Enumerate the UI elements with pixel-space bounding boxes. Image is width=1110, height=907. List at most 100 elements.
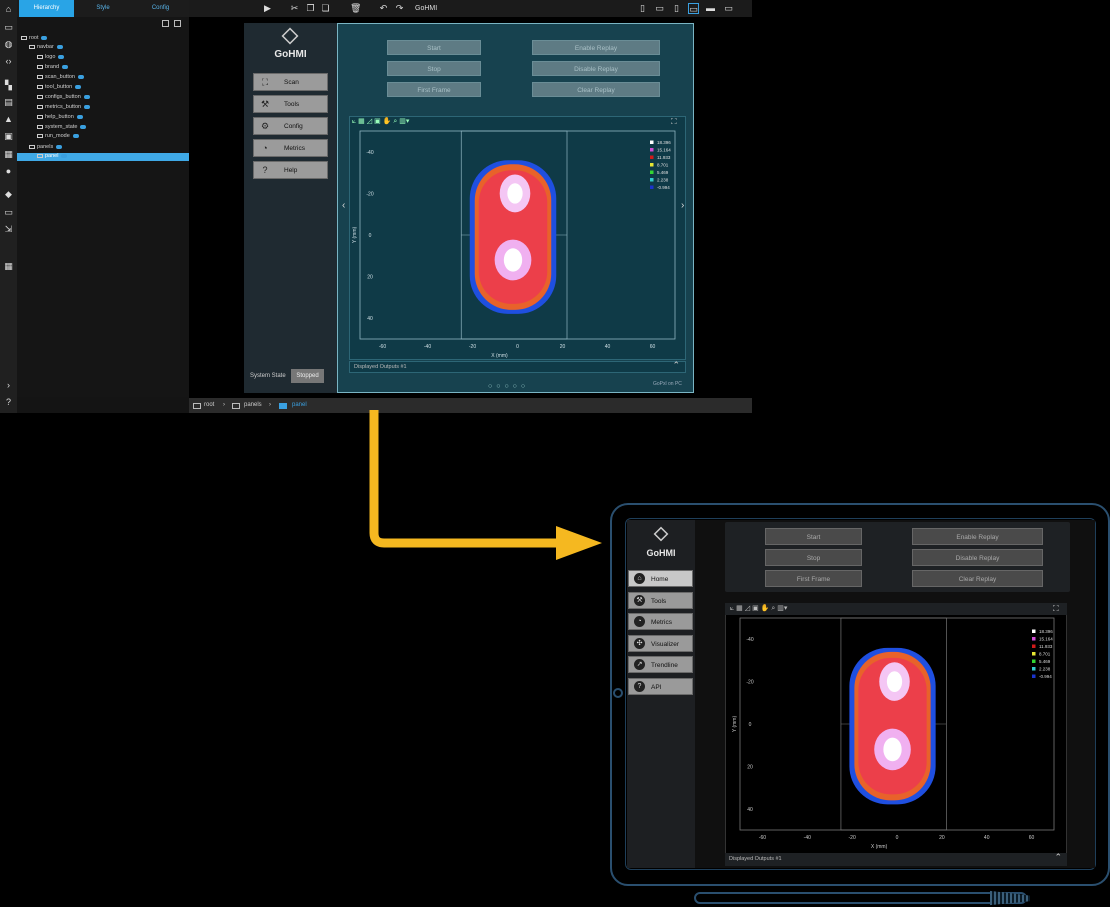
colormap-icon[interactable]: ▥▾ — [777, 605, 787, 612]
hand-icon[interactable]: ✋ — [761, 605, 770, 612]
clear-replay-button[interactable]: Clear Replay — [912, 570, 1043, 587]
box-icon[interactable]: ◆ — [3, 189, 14, 200]
tree-item-logo[interactable]: logo — [37, 53, 65, 62]
image-icon[interactable]: ▣ — [752, 605, 759, 612]
visibility-icon[interactable] — [62, 64, 69, 69]
stop-button[interactable]: Stop — [765, 549, 862, 566]
enable-replay-button[interactable]: Enable Replay — [532, 40, 660, 55]
fullscreen-icon[interactable]: ⛶ — [1053, 604, 1059, 614]
editor-panel[interactable]: Start Stop First Frame Enable Replay Dis… — [337, 23, 694, 393]
nav-trendline-button[interactable]: ↗ Trendline — [628, 656, 693, 673]
table-icon[interactable]: ▦ — [736, 605, 743, 612]
tree-item-metrics-button[interactable]: metrics_button — [37, 103, 91, 112]
visibility-icon[interactable] — [77, 74, 84, 79]
tab-config[interactable]: Config — [132, 0, 189, 17]
profile-icon[interactable]: ◿ — [367, 118, 372, 125]
clear-replay-button[interactable]: Clear Replay — [532, 82, 660, 97]
cut-icon[interactable]: ✂ — [289, 3, 300, 14]
tablet-landscape-icon[interactable]: ▭ — [688, 3, 699, 14]
undo-icon[interactable]: ↶ — [378, 3, 389, 14]
enable-replay-button[interactable]: Enable Replay — [912, 528, 1043, 545]
pan-icon[interactable]: ⟀ — [730, 605, 734, 612]
first-frame-button[interactable]: First Frame — [765, 570, 862, 587]
tree-item-system-state[interactable]: system_state — [37, 123, 87, 132]
help-icon[interactable]: ? — [3, 397, 14, 408]
redo-icon[interactable]: ↷ — [394, 3, 405, 14]
visibility-icon[interactable] — [56, 44, 63, 49]
tab-style[interactable]: Style — [74, 0, 132, 17]
fullscreen-icon[interactable]: ⛶ — [671, 117, 677, 127]
zoom-icon[interactable]: ⌕ — [771, 605, 775, 612]
first-frame-button[interactable]: First Frame — [387, 82, 481, 97]
nav-scan-button[interactable]: ⛶ Scan — [253, 73, 328, 91]
tree-item-panels[interactable]: panels — [29, 143, 63, 152]
expand-icon[interactable]: › — [3, 380, 14, 391]
warning-icon[interactable]: ▲ — [3, 114, 14, 125]
tree-item-configs-button[interactable]: configs_button — [37, 93, 90, 102]
nav-help-button[interactable]: ? Help — [253, 161, 328, 179]
tree-item-panel[interactable]: panel — [37, 152, 68, 161]
device-heatmap-plot[interactable]: -60 -40 -20 0 20 40 60 -40 -20 0 20 40 X (mm) Y (mm) 1… — [726, 616, 1066, 852]
screen-icon[interactable]: ▤ — [3, 97, 14, 108]
grid-icon[interactable]: ▦ — [3, 261, 14, 272]
monitor-icon[interactable]: ▭ — [3, 207, 14, 218]
visibility-icon[interactable] — [80, 124, 87, 129]
chevron-left-icon[interactable]: ‹ — [342, 200, 345, 211]
delete-icon[interactable]: 🗑 — [350, 3, 361, 14]
chevron-up-icon[interactable]: ⌃ — [672, 360, 680, 371]
visibility-icon[interactable] — [84, 104, 91, 109]
nav-api-button[interactable]: ? API — [628, 678, 693, 695]
add-icon[interactable] — [162, 20, 169, 27]
tree-item-help-button[interactable]: help_button — [37, 113, 83, 122]
nav-tools-button[interactable]: ⚒ Tools — [628, 592, 693, 609]
nav-config-button[interactable]: ⚙ Config — [253, 117, 328, 135]
breadcrumb-panels[interactable]: panels — [244, 398, 262, 413]
copy-icon[interactable]: ❐ — [305, 3, 316, 14]
nav-metrics-button[interactable]: ◔ Metrics — [253, 139, 328, 157]
desktop-icon[interactable]: ▭ — [723, 3, 734, 14]
start-button[interactable]: Start — [765, 528, 862, 545]
id-card-icon[interactable]: ▣ — [3, 131, 14, 142]
tree-item-run-mode[interactable]: run_mode — [37, 132, 79, 141]
tree-item-scan-button[interactable]: scan_button — [37, 73, 84, 82]
visibility-icon[interactable] — [83, 94, 90, 99]
phone-portrait-icon[interactable]: ▯ — [637, 3, 648, 14]
preview-icon[interactable]: ▶ — [262, 3, 273, 14]
tab-hierarchy[interactable]: Hierarchy — [19, 0, 74, 17]
user-icon[interactable]: ● — [3, 166, 14, 177]
nav-visualizer-button[interactable]: ✣ Visualizer — [628, 635, 693, 652]
palette-icon[interactable]: ◍ — [3, 39, 14, 50]
layers-icon[interactable]: ▭ — [3, 22, 14, 33]
export-icon[interactable]: ⇲ — [3, 224, 14, 235]
nav-metrics-button[interactable]: ◔ Metrics — [628, 613, 693, 630]
nav-home-button[interactable]: ⌂ Home — [628, 570, 693, 587]
paste-icon[interactable]: ❏ — [320, 3, 331, 14]
visibility-icon[interactable] — [56, 144, 63, 149]
tree-item-brand[interactable]: brand — [37, 63, 69, 72]
laptop-icon[interactable]: ▬ — [705, 3, 716, 14]
code-icon[interactable]: ‹› — [3, 56, 14, 67]
visibility-icon[interactable] — [61, 153, 68, 158]
visibility-icon[interactable] — [76, 114, 83, 119]
zoom-icon[interactable]: ⌕ — [393, 118, 397, 125]
table-icon[interactable]: ▦ — [358, 118, 365, 125]
hand-icon[interactable]: ✋ — [383, 118, 392, 125]
breadcrumb-panel[interactable]: panel — [292, 398, 307, 413]
visibility-icon[interactable] — [75, 84, 82, 89]
tree-item-navbar[interactable]: navbar — [29, 43, 63, 52]
visibility-icon[interactable] — [58, 54, 65, 59]
document-icon[interactable]: ▦ — [3, 149, 14, 160]
breadcrumb-root[interactable]: root — [204, 398, 214, 413]
tree-item-tool-button[interactable]: tool_button — [37, 83, 82, 92]
disable-replay-button[interactable]: Disable Replay — [532, 61, 660, 76]
start-button[interactable]: Start — [387, 40, 481, 55]
tablet-portrait-icon[interactable]: ▯ — [671, 3, 682, 14]
nav-tools-button[interactable]: ⚒ Tools — [253, 95, 328, 113]
home-icon[interactable]: ⌂ — [3, 4, 14, 15]
profile-icon[interactable]: ◿ — [745, 605, 750, 612]
image-icon[interactable]: ▣ — [374, 118, 381, 125]
chevron-up-icon[interactable]: ⌃ — [1054, 852, 1062, 863]
stop-button[interactable]: Stop — [387, 61, 481, 76]
components-icon[interactable]: ▚ — [3, 80, 14, 91]
chevron-right-icon[interactable]: › — [681, 200, 684, 211]
